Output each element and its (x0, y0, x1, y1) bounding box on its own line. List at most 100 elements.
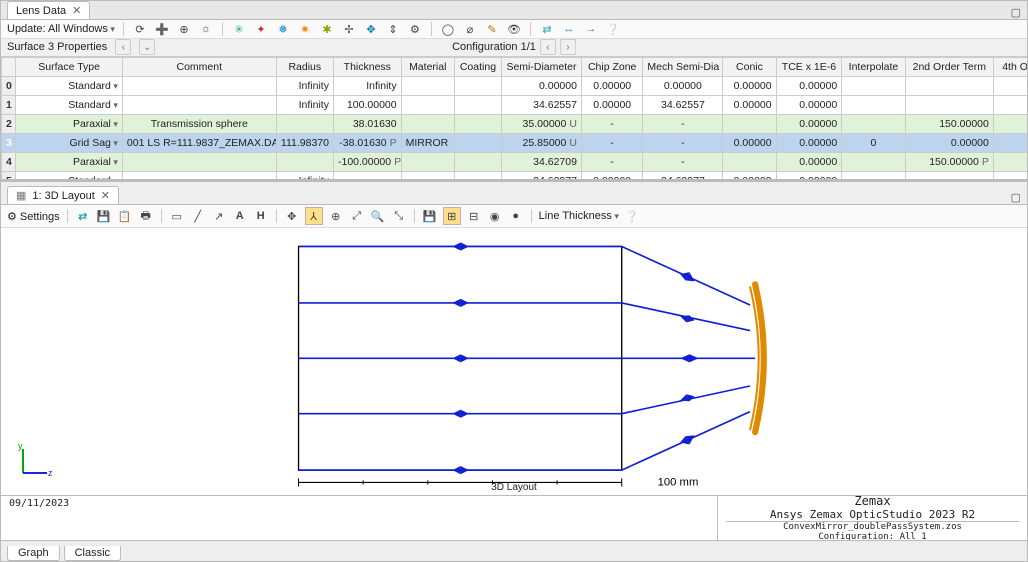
clear-icon[interactable]: ⌀ (462, 21, 478, 37)
column-header[interactable]: Semi-Diameter (502, 57, 582, 76)
cell[interactable] (454, 76, 501, 95)
help-icon[interactable]: ❔ (624, 208, 640, 224)
cell[interactable]: 0.00000 (502, 76, 582, 95)
print-icon[interactable]: 🖶 (138, 208, 154, 224)
cell[interactable] (333, 171, 401, 180)
zoom-in-icon[interactable]: ⤢ (349, 208, 365, 224)
column-header[interactable]: Mech Semi-Dia (643, 57, 723, 76)
column-header[interactable]: Coating (454, 57, 501, 76)
cell[interactable]: 34.62709 (502, 152, 582, 171)
column-header[interactable]: Surface Type (16, 57, 123, 76)
cell[interactable] (905, 171, 993, 180)
column-header[interactable]: Chip Zone (581, 57, 642, 76)
column-header[interactable]: Comment (122, 57, 276, 76)
wizard-icon[interactable]: ✦ (253, 21, 269, 37)
cell[interactable] (122, 171, 276, 180)
tab-graph[interactable]: Graph (7, 546, 60, 561)
copy-icon[interactable]: 📋 (117, 208, 133, 224)
pan-icon[interactable]: ✥ (284, 208, 300, 224)
cell[interactable]: - (581, 152, 642, 171)
cell[interactable] (454, 171, 501, 180)
arrow-icon[interactable]: ↗ (211, 208, 227, 224)
cell[interactable] (122, 95, 276, 114)
swap2-icon[interactable]: ↔ (561, 21, 577, 37)
maximize-icon[interactable]: ▢ (1011, 6, 1021, 19)
column-header[interactable]: Radius (276, 57, 333, 76)
circle-icon[interactable]: ◯ (440, 21, 456, 37)
cell[interactable]: - (643, 114, 723, 133)
column-header[interactable]: 4th Order Term (993, 57, 1027, 76)
cell[interactable] (401, 114, 454, 133)
cell[interactable]: 0.00000 (776, 133, 842, 152)
cell[interactable]: Paraxial (16, 152, 123, 171)
cell[interactable]: 0.00000 (776, 95, 842, 114)
cell[interactable]: 0.00000 (723, 171, 776, 180)
cell[interactable] (723, 152, 776, 171)
record-icon[interactable]: ● (508, 208, 524, 224)
rect-icon[interactable]: ▭ (169, 208, 185, 224)
aperture-icon[interactable]: ✢ (341, 21, 357, 37)
cell[interactable]: MIRROR (401, 133, 454, 152)
cell[interactable] (401, 171, 454, 180)
target2-icon[interactable]: ⊕ (328, 208, 344, 224)
eye-icon[interactable]: 👁 (506, 21, 522, 37)
row-index[interactable]: 0 OBJECT (2, 76, 16, 95)
cell[interactable]: 0.00000 (776, 171, 842, 180)
cell[interactable] (993, 152, 1027, 171)
cell[interactable]: Standard (16, 171, 123, 180)
layout-viewport[interactable]: 100 mm 3D Layout y z (1, 228, 1027, 495)
cell[interactable]: 0.00000 (723, 76, 776, 95)
cell[interactable] (723, 114, 776, 133)
close-icon[interactable]: ✕ (101, 189, 110, 202)
table-row[interactable]: 2ParaxialTransmission sphere38.0163035.0… (2, 114, 1028, 133)
cell[interactable] (842, 152, 906, 171)
update-dropdown[interactable]: Update: All Windows (7, 23, 115, 35)
cell[interactable]: 0.00000 (905, 133, 993, 152)
table-row[interactable]: 5 IMAGEStandardInfinity34.629770.0000034… (2, 171, 1028, 180)
cell[interactable]: 0.00000 (581, 76, 642, 95)
grid-icon[interactable]: ⊞ (443, 207, 461, 225)
cell[interactable] (401, 152, 454, 171)
cell[interactable]: 0.00000 (723, 95, 776, 114)
cell[interactable] (401, 76, 454, 95)
tilt-icon[interactable]: ❅ (275, 21, 291, 37)
cell[interactable]: - (581, 133, 642, 152)
row-index[interactable]: 5 IMAGE (2, 171, 16, 180)
config-icon[interactable]: ✳ (231, 21, 247, 37)
cell[interactable]: Grid Sag (16, 133, 123, 152)
cell[interactable] (842, 76, 906, 95)
cell[interactable] (401, 95, 454, 114)
table-row[interactable]: 4Paraxial-100.00000P34.62709--0.00000150… (2, 152, 1028, 171)
cell[interactable]: - (581, 114, 642, 133)
tab-lens-data[interactable]: Lens Data ✕ (7, 1, 90, 19)
cell[interactable] (842, 114, 906, 133)
cell[interactable] (993, 95, 1027, 114)
zoom-out-icon[interactable]: ⤡ (391, 208, 407, 224)
sun-icon[interactable]: ☼ (198, 21, 214, 37)
cell[interactable] (122, 152, 276, 171)
cell[interactable]: Infinity (276, 95, 333, 114)
cell[interactable] (122, 76, 276, 95)
cell[interactable]: 34.62977 (502, 171, 582, 180)
cell[interactable] (905, 76, 993, 95)
cell[interactable] (993, 171, 1027, 180)
cell[interactable]: 35.00000U (502, 114, 582, 133)
line-thickness-dropdown[interactable]: Line Thickness (539, 210, 619, 222)
swap-icon[interactable]: ⇄ (539, 21, 555, 37)
dot-icon[interactable]: ◉ (487, 208, 503, 224)
cell[interactable]: 100.00000 (333, 95, 401, 114)
chevron-down-icon[interactable]: ⌄ (139, 39, 155, 55)
column-header[interactable]: Material (401, 57, 454, 76)
cell[interactable]: Standard (16, 95, 123, 114)
column-header[interactable]: Interpolate (842, 57, 906, 76)
refresh-icon[interactable]: ⟳ (132, 21, 148, 37)
cell[interactable] (276, 152, 333, 171)
cell[interactable]: 0.00000 (993, 133, 1027, 152)
column-header[interactable]: Thickness (333, 57, 401, 76)
row-index[interactable]: 4 (2, 152, 16, 171)
cell[interactable]: 34.62557 (643, 95, 723, 114)
cell[interactable] (454, 95, 501, 114)
cell[interactable] (993, 76, 1027, 95)
cell[interactable]: - (643, 133, 723, 152)
table-row[interactable]: 1StandardInfinity100.0000034.625570.0000… (2, 95, 1028, 114)
